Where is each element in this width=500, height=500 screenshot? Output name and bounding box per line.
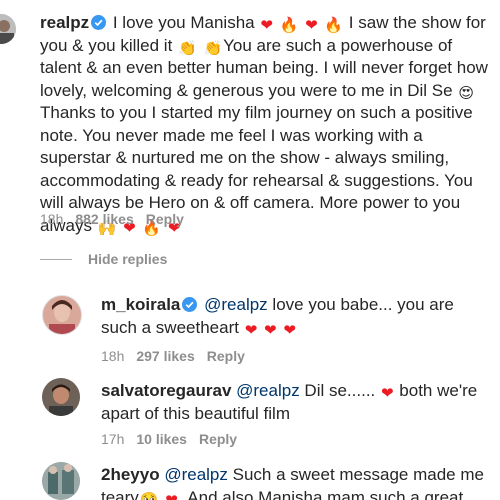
mention-link[interactable]: @realpz	[164, 465, 228, 484]
likes-count[interactable]: 297 likes	[136, 348, 194, 364]
mention-link[interactable]: @realpz	[204, 295, 268, 314]
username[interactable]: realpz	[40, 13, 89, 32]
timestamp[interactable]: 18h	[40, 211, 63, 227]
heart-emoji: ❤	[305, 17, 318, 34]
clapping-hands-emoji: 👏	[178, 39, 197, 57]
reply-text: m_koirala @realpz love you babe... you a…	[101, 295, 454, 339]
reply-text: salvatoregaurav @realpz Dil se...... ❤ b…	[101, 381, 478, 423]
hide-replies-button[interactable]: Hide replies	[40, 251, 167, 267]
avatar[interactable]	[0, 14, 16, 44]
verified-badge-icon	[182, 297, 198, 312]
heart-emoji: ❤	[283, 321, 296, 339]
reply-button[interactable]: Reply	[207, 348, 245, 364]
comment-meta: 18h 882 likes Reply	[40, 211, 184, 227]
heart-emoji: ❤	[260, 17, 273, 34]
reply-button[interactable]: Reply	[199, 431, 237, 447]
timestamp[interactable]: 17h	[101, 431, 124, 447]
divider-line	[40, 258, 72, 260]
mention-link[interactable]: @realpz	[236, 381, 300, 400]
likes-count[interactable]: 10 likes	[136, 431, 187, 447]
reply-button[interactable]: Reply	[146, 211, 184, 227]
verified-badge-icon	[91, 15, 107, 30]
username[interactable]: m_koirala	[101, 295, 180, 314]
avatar[interactable]	[42, 378, 80, 416]
timestamp[interactable]: 18h	[101, 348, 124, 364]
comments-panel: realpz I love you Manisha ❤ 🔥 ❤ 🔥 I saw …	[0, 0, 500, 500]
comment-text: realpz I love you Manisha ❤ 🔥 ❤ 🔥 I saw …	[40, 13, 488, 237]
username[interactable]: 2heyyo	[101, 465, 160, 484]
heart-emoji: ❤	[244, 321, 258, 339]
fire-emoji: 🔥	[279, 17, 299, 34]
reply-text: 2heyyo @realpz Such a sweet message made…	[101, 464, 491, 500]
heart-emoji: ❤	[381, 385, 394, 402]
username[interactable]: salvatoregaurav	[101, 381, 231, 400]
fire-emoji: 🔥	[324, 17, 344, 34]
teary-face-emoji: 🥹	[139, 491, 159, 500]
heart-emoji: ❤	[165, 491, 178, 500]
avatar[interactable]	[42, 295, 82, 335]
heart-emoji: ❤	[264, 321, 277, 339]
likes-count[interactable]: 882 likes	[75, 211, 133, 227]
smiling-face-with-heart-eyes-emoji: 😍	[458, 84, 474, 102]
avatar[interactable]	[42, 462, 80, 500]
reply-meta: 18h 297 likes Reply	[101, 348, 245, 364]
hide-replies-label: Hide replies	[88, 251, 168, 267]
clapping-hands-emoji: 👏	[203, 39, 223, 57]
reply-meta: 17h 10 likes Reply	[101, 431, 237, 447]
